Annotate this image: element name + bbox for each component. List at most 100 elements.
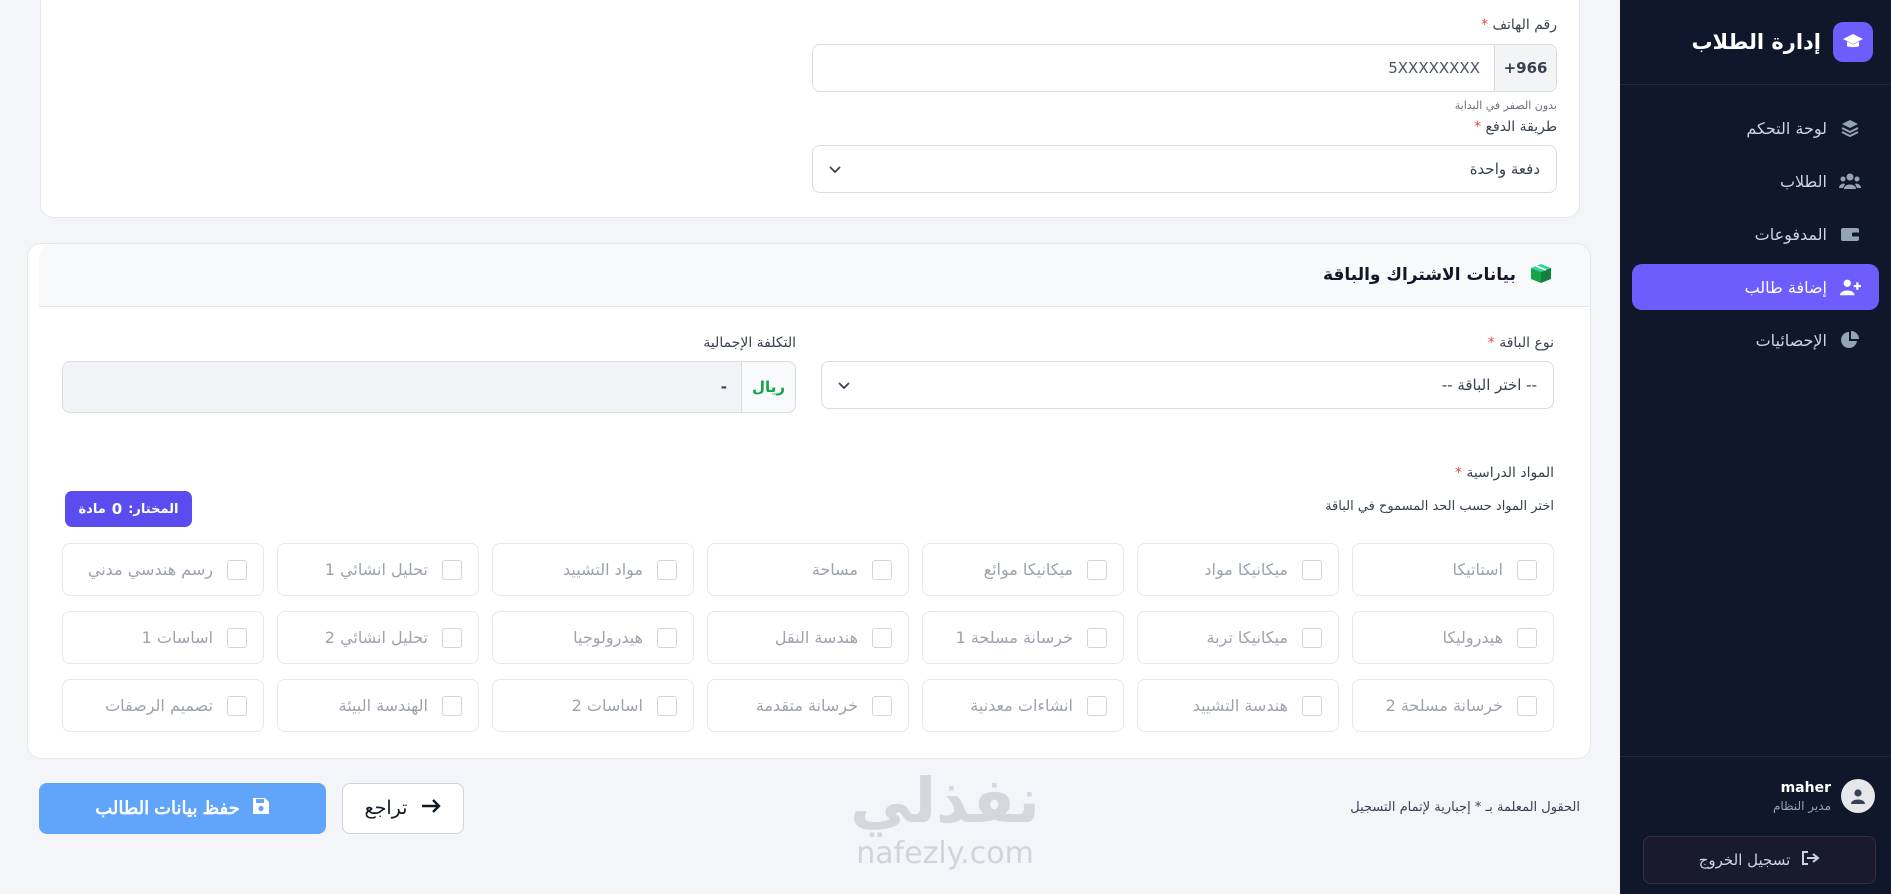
checkbox[interactable] bbox=[442, 559, 462, 580]
checkbox[interactable] bbox=[1302, 559, 1322, 580]
checkbox[interactable] bbox=[1517, 695, 1537, 716]
checkbox[interactable] bbox=[1087, 627, 1107, 648]
cost-field: ريال - bbox=[62, 361, 796, 413]
phone-field[interactable]: 966+ 5XXXXXXXX bbox=[812, 44, 1557, 92]
subject-checkbox[interactable]: هندسة النقل bbox=[707, 611, 909, 664]
sidebar-item-label: الإحصائيات bbox=[1755, 330, 1827, 350]
subject-label: هندسة النقل bbox=[774, 628, 858, 647]
brand-title: إدارة الطلاب bbox=[1691, 30, 1821, 54]
sidebar-item-dashboard[interactable]: لوحة التحكم bbox=[1632, 105, 1879, 151]
sidebar-item-label: المدفوعات bbox=[1754, 224, 1827, 244]
phone-input[interactable]: 5XXXXXXXX bbox=[1388, 59, 1494, 77]
checkbox[interactable] bbox=[657, 695, 677, 716]
subject-checkbox[interactable]: الهندسة البيئة bbox=[277, 679, 479, 732]
box-icon bbox=[1528, 262, 1554, 288]
sidebar-footer: maher مدير النظام تسجيل الخروج bbox=[1620, 756, 1891, 894]
subject-checkbox[interactable]: مساحة bbox=[707, 543, 909, 596]
sidebar: إدارة الطلاب لوحة التحكم الطلاب المدفوعا… bbox=[1620, 0, 1891, 894]
subject-checkbox[interactable]: تحليل انشائي 2 bbox=[277, 611, 479, 664]
subject-checkbox[interactable]: خرسانة متقدمة bbox=[707, 679, 909, 732]
selected-count-badge: المختار: 0 مادة bbox=[65, 491, 192, 527]
arrow-right-icon bbox=[421, 798, 442, 820]
checkbox[interactable] bbox=[657, 627, 677, 648]
checkbox[interactable] bbox=[1087, 695, 1107, 716]
checkbox[interactable] bbox=[657, 559, 677, 580]
cost-currency: ريال bbox=[741, 362, 795, 412]
payment-label: طريقة الدفع * bbox=[1474, 119, 1557, 135]
checkbox[interactable] bbox=[872, 627, 892, 648]
package-select[interactable]: -- اختر الباقة -- bbox=[821, 361, 1554, 409]
phone-hint: بدون الصفر في البداية bbox=[1454, 99, 1557, 112]
subject-label: خرسانة مسلحة 2 bbox=[1385, 696, 1503, 715]
checkbox[interactable] bbox=[1302, 695, 1322, 716]
cost-label: التكلفة الإجمالية bbox=[703, 335, 796, 351]
users-icon bbox=[1839, 170, 1861, 192]
subject-checkbox[interactable]: استاتيكا bbox=[1352, 543, 1554, 596]
logout-button[interactable]: تسجيل الخروج bbox=[1643, 836, 1876, 884]
subject-label: مساحة bbox=[811, 560, 858, 579]
package-label: نوع الباقة * bbox=[1487, 335, 1554, 351]
save-label: حفظ بيانات الطالب bbox=[95, 798, 240, 818]
checkbox[interactable] bbox=[227, 559, 247, 580]
subject-checkbox[interactable]: رسم هندسي مدني bbox=[62, 543, 264, 596]
user-profile[interactable]: maher مدير النظام bbox=[1620, 757, 1891, 813]
sidebar-item-payments[interactable]: المدفوعات bbox=[1632, 211, 1879, 257]
sidebar-item-label: إضافة طالب bbox=[1744, 277, 1827, 297]
layers-icon bbox=[1839, 117, 1861, 139]
subject-checkbox[interactable]: اساسات 2 bbox=[492, 679, 694, 732]
sidebar-item-add-student[interactable]: إضافة طالب bbox=[1632, 264, 1879, 310]
sidebar-item-statistics[interactable]: الإحصائيات bbox=[1632, 317, 1879, 363]
save-button[interactable]: حفظ بيانات الطالب bbox=[39, 783, 326, 834]
subject-checkbox[interactable]: هندسة التشييد bbox=[1137, 679, 1339, 732]
payment-select[interactable]: دفعة واحدة bbox=[812, 145, 1557, 193]
checkbox[interactable] bbox=[1517, 559, 1537, 580]
subject-checkbox[interactable]: تصميم الرصفات bbox=[62, 679, 264, 732]
checkbox[interactable] bbox=[872, 695, 892, 716]
subject-checkbox[interactable]: اساسات 1 bbox=[62, 611, 264, 664]
subject-label: الهندسة البيئة bbox=[338, 696, 428, 715]
subject-checkbox[interactable]: تحليل انشائي 1 bbox=[277, 543, 479, 596]
subject-checkbox[interactable]: ميكانيكا تربة bbox=[1137, 611, 1339, 664]
pie-chart-icon bbox=[1839, 329, 1861, 351]
subject-label: ميكانيكا مواد bbox=[1204, 560, 1288, 579]
watermark-arabic: نفذلي bbox=[850, 764, 1040, 837]
subject-label: رسم هندسي مدني bbox=[87, 560, 213, 579]
checkbox[interactable] bbox=[872, 559, 892, 580]
subject-label: مواد التشييد bbox=[563, 560, 643, 579]
subject-checkbox[interactable]: خرسانة مسلحة 1 bbox=[922, 611, 1124, 664]
checkbox[interactable] bbox=[442, 695, 462, 716]
checkbox[interactable] bbox=[1302, 627, 1322, 648]
sidebar-item-label: لوحة التحكم bbox=[1746, 118, 1827, 138]
cost-value: - bbox=[720, 378, 727, 396]
subject-checkbox[interactable]: ميكانيكا موائع bbox=[922, 543, 1124, 596]
subject-label: استاتيكا bbox=[1452, 560, 1503, 579]
subscription-card: بيانات الاشتراك والباقة نوع الباقة * -- … bbox=[27, 243, 1591, 759]
phone-label: رقم الهاتف * bbox=[1481, 17, 1557, 33]
watermark: نفذلي nafezly.com bbox=[840, 764, 1050, 872]
save-icon bbox=[252, 797, 270, 820]
user-plus-icon bbox=[1839, 276, 1861, 298]
avatar bbox=[1841, 779, 1875, 813]
subject-checkbox[interactable]: انشاءات معدنية bbox=[922, 679, 1124, 732]
sidebar-item-students[interactable]: الطلاب bbox=[1632, 158, 1879, 204]
contact-card: رقم الهاتف * 966+ 5XXXXXXXX بدون الصفر ف… bbox=[40, 0, 1580, 218]
subject-label: خرسانة متقدمة bbox=[755, 696, 858, 715]
subject-label: ميكانيكا موائع bbox=[983, 560, 1073, 579]
subjects-label: المواد الدراسية * bbox=[1454, 465, 1554, 481]
subject-checkbox[interactable]: خرسانة مسلحة 2 bbox=[1352, 679, 1554, 732]
logout-label: تسجيل الخروج bbox=[1698, 851, 1791, 869]
subject-checkbox[interactable]: هيدرولوجيا bbox=[492, 611, 694, 664]
checkbox[interactable] bbox=[1517, 627, 1537, 648]
checkbox[interactable] bbox=[227, 627, 247, 648]
chevron-down-icon bbox=[838, 376, 850, 394]
subject-checkbox[interactable]: مواد التشييد bbox=[492, 543, 694, 596]
subject-checkbox[interactable]: هيدروليكا bbox=[1352, 611, 1554, 664]
subjects-hint: اختر المواد حسب الحد المسموح في الباقة bbox=[1325, 499, 1554, 514]
back-button[interactable]: تراجع bbox=[342, 783, 464, 834]
subject-checkbox[interactable]: ميكانيكا مواد bbox=[1137, 543, 1339, 596]
chevron-down-icon bbox=[829, 160, 841, 178]
subject-label: تحليل انشائي 2 bbox=[324, 628, 428, 647]
checkbox[interactable] bbox=[1087, 559, 1107, 580]
checkbox[interactable] bbox=[227, 695, 247, 716]
checkbox[interactable] bbox=[442, 627, 462, 648]
